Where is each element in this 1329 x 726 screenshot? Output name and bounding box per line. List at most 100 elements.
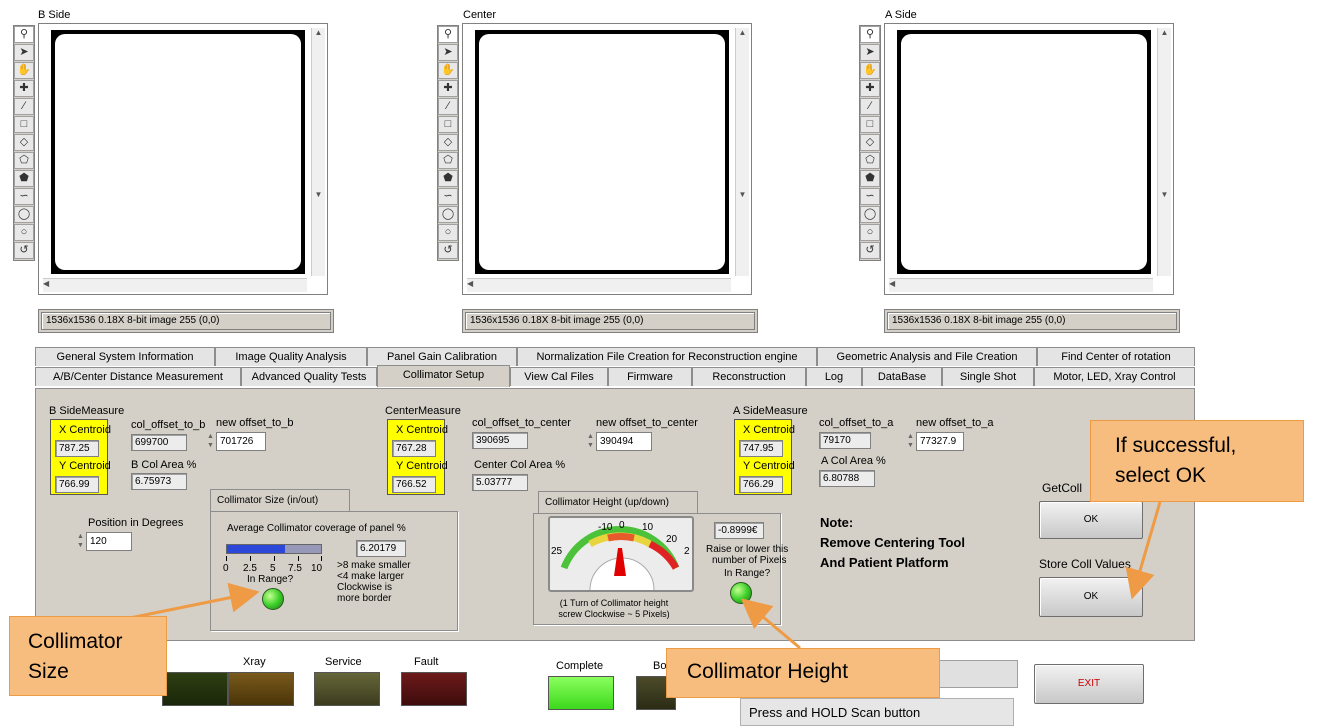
tab-advanced-quality-tests[interactable]: Advanced Quality Tests <box>241 367 377 386</box>
hand-icon[interactable]: ✋ <box>860 62 880 79</box>
image-display-center[interactable]: ▲ ▼ ◀ <box>462 23 752 295</box>
image-display-b[interactable]: ▲ ▼ ◀ <box>38 23 328 295</box>
b-area-value: 6.75973 <box>131 473 187 490</box>
collimator-height-group: -10 0 10 20 25 2 -0.8999€ Raise or lower… <box>533 513 788 625</box>
arrow-icon[interactable]: ➤ <box>438 44 458 61</box>
freehand-icon[interactable]: ∽ <box>14 188 34 205</box>
a-area-label: A Col Area % <box>821 455 886 467</box>
line-icon[interactable]: ∕ <box>438 98 458 115</box>
free-polygon-icon[interactable]: ◯ <box>860 206 880 223</box>
b-area-label: B Col Area % <box>131 459 197 471</box>
arrow-icon[interactable]: ➤ <box>860 44 880 61</box>
hand-icon[interactable]: ✋ <box>438 62 458 79</box>
tab-find-center-of-rotation[interactable]: Find Center of rotation <box>1037 347 1195 366</box>
spiral-icon[interactable]: ↺ <box>860 242 880 259</box>
circle-icon[interactable]: ○ <box>438 224 458 241</box>
search-icon[interactable]: ⚲ <box>860 26 880 43</box>
horizontal-scrollbar[interactable]: ◀ <box>467 278 731 292</box>
a-new-offset-input[interactable]: ▲ ▼ 77327.9 <box>906 432 964 451</box>
tab-view-cal-files[interactable]: View Cal Files <box>510 367 608 386</box>
tab-general-system-information[interactable]: General System Information <box>35 347 215 366</box>
xray-label: Xray <box>243 656 266 668</box>
collimator-size-title: Collimator Size (in/out) <box>210 489 350 511</box>
b-y-centroid-label: Y Centroid <box>59 460 111 472</box>
tool-palette-center: ⚲ ➤ ✋ ✚ ∕ □ ◇ ⬠ ⬟ ∽ ◯ ○ ↺ <box>437 25 459 261</box>
center-new-offset-input[interactable]: ▲ ▼ 390494 <box>586 432 652 451</box>
tab-log[interactable]: Log <box>806 367 862 386</box>
tab-panel-gain-calibration[interactable]: Panel Gain Calibration <box>367 347 517 366</box>
freehand-icon[interactable]: ∽ <box>438 188 458 205</box>
b-centroid-box: X Centroid 787.25 Y Centroid 766.99 <box>50 419 111 495</box>
crosshair-icon[interactable]: ✚ <box>14 80 34 97</box>
rectangle-icon[interactable]: □ <box>14 116 34 133</box>
tab-geometric-analysis[interactable]: Geometric Analysis and File Creation <box>817 347 1037 366</box>
tab-distance-measurement[interactable]: A/B/Center Distance Measurement <box>35 367 241 386</box>
tab-single-shot[interactable]: Single Shot <box>942 367 1034 386</box>
diamond-icon[interactable]: ◇ <box>860 134 880 151</box>
tab-motor-led-xray-control[interactable]: Motor, LED, Xray Control <box>1034 367 1195 386</box>
spinner-icon[interactable]: ▲ ▼ <box>906 432 915 451</box>
a-y-centroid-value: 766.29 <box>739 476 783 493</box>
polygon-icon[interactable]: ⬠ <box>438 152 458 169</box>
horizontal-scrollbar[interactable]: ◀ <box>43 278 307 292</box>
search-icon[interactable]: ⚲ <box>438 26 458 43</box>
line-icon[interactable]: ∕ <box>860 98 880 115</box>
spiral-icon[interactable]: ↺ <box>438 242 458 259</box>
a-x-centroid-label: X Centroid <box>743 424 795 436</box>
free-polygon-icon[interactable]: ◯ <box>14 206 34 223</box>
image-info-a: 1536x1536 0.18X 8-bit image 255 (0,0) <box>884 309 1180 333</box>
viewer-title-a: A Side <box>885 9 917 21</box>
tab-database[interactable]: DataBase <box>862 367 942 386</box>
tab-image-quality-analysis[interactable]: Image Quality Analysis <box>215 347 367 366</box>
crosshair-icon[interactable]: ✚ <box>438 80 458 97</box>
circle-icon[interactable]: ○ <box>860 224 880 241</box>
gauge-tick: 25 <box>551 546 563 557</box>
vertical-scrollbar[interactable]: ▲ ▼ <box>1157 28 1171 276</box>
diamond-icon[interactable]: ◇ <box>438 134 458 151</box>
polygon-icon[interactable]: ⬠ <box>860 152 880 169</box>
tab-firmware[interactable]: Firmware <box>608 367 692 386</box>
freehand-icon[interactable]: ∽ <box>860 188 880 205</box>
spinner-icon[interactable]: ▲ ▼ <box>76 532 85 551</box>
vertical-scrollbar[interactable]: ▲ ▼ <box>735 28 749 276</box>
spinner-icon[interactable]: ▲ ▼ <box>586 432 595 451</box>
service-led <box>314 672 380 706</box>
get-coll-ok-button[interactable]: OK <box>1039 501 1143 539</box>
center-area-label: Center Col Area % <box>474 459 566 471</box>
pentagon-icon[interactable]: ⬟ <box>14 170 34 187</box>
polygon-icon[interactable]: ⬠ <box>14 152 34 169</box>
a-x-centroid-value: 747.95 <box>739 440 783 457</box>
pentagon-icon[interactable]: ⬟ <box>860 170 880 187</box>
vertical-scrollbar[interactable]: ▲ ▼ <box>311 28 325 276</box>
store-coll-label: Store Coll Values <box>1039 557 1131 571</box>
search-icon[interactable]: ⚲ <box>14 26 34 43</box>
circle-icon[interactable]: ○ <box>14 224 34 241</box>
position-input[interactable]: ▲ ▼ 120 <box>76 532 132 551</box>
gauge-tick: 2 <box>684 546 690 557</box>
tab-reconstruction[interactable]: Reconstruction <box>692 367 806 386</box>
pentagon-icon[interactable]: ⬟ <box>438 170 458 187</box>
collimator-size-group: Average Collimator coverage of panel % 6… <box>210 511 458 631</box>
exit-button[interactable]: EXIT <box>1034 664 1144 704</box>
rectangle-icon[interactable]: □ <box>438 116 458 133</box>
hand-icon[interactable]: ✋ <box>14 62 34 79</box>
spiral-icon[interactable]: ↺ <box>14 242 34 259</box>
b-new-offset-input[interactable]: ▲ ▼ 701726 <box>206 432 266 451</box>
crosshair-icon[interactable]: ✚ <box>860 80 880 97</box>
image-display-a[interactable]: ▲ ▼ ◀ <box>884 23 1174 295</box>
rectangle-icon[interactable]: □ <box>860 116 880 133</box>
diamond-icon[interactable]: ◇ <box>14 134 34 151</box>
store-coll-ok-button[interactable]: OK <box>1039 577 1143 617</box>
tab-normalization-file-creation[interactable]: Normalization File Creation for Reconstr… <box>517 347 817 366</box>
tab-collimator-setup[interactable]: Collimator Setup <box>377 365 510 387</box>
callout-if-successful: If successful, select OK <box>1090 420 1304 502</box>
complete-led <box>548 676 614 710</box>
a-area-value: 6.80788 <box>819 470 875 487</box>
arrow-icon[interactable]: ➤ <box>14 44 34 61</box>
image-info-b: 1536x1536 0.18X 8-bit image 255 (0,0) <box>38 309 334 333</box>
horizontal-scrollbar[interactable]: ◀ <box>889 278 1153 292</box>
line-icon[interactable]: ∕ <box>14 98 34 115</box>
gauge-tick: 0 <box>619 520 625 531</box>
spinner-icon[interactable]: ▲ ▼ <box>206 432 215 451</box>
free-polygon-icon[interactable]: ◯ <box>438 206 458 223</box>
